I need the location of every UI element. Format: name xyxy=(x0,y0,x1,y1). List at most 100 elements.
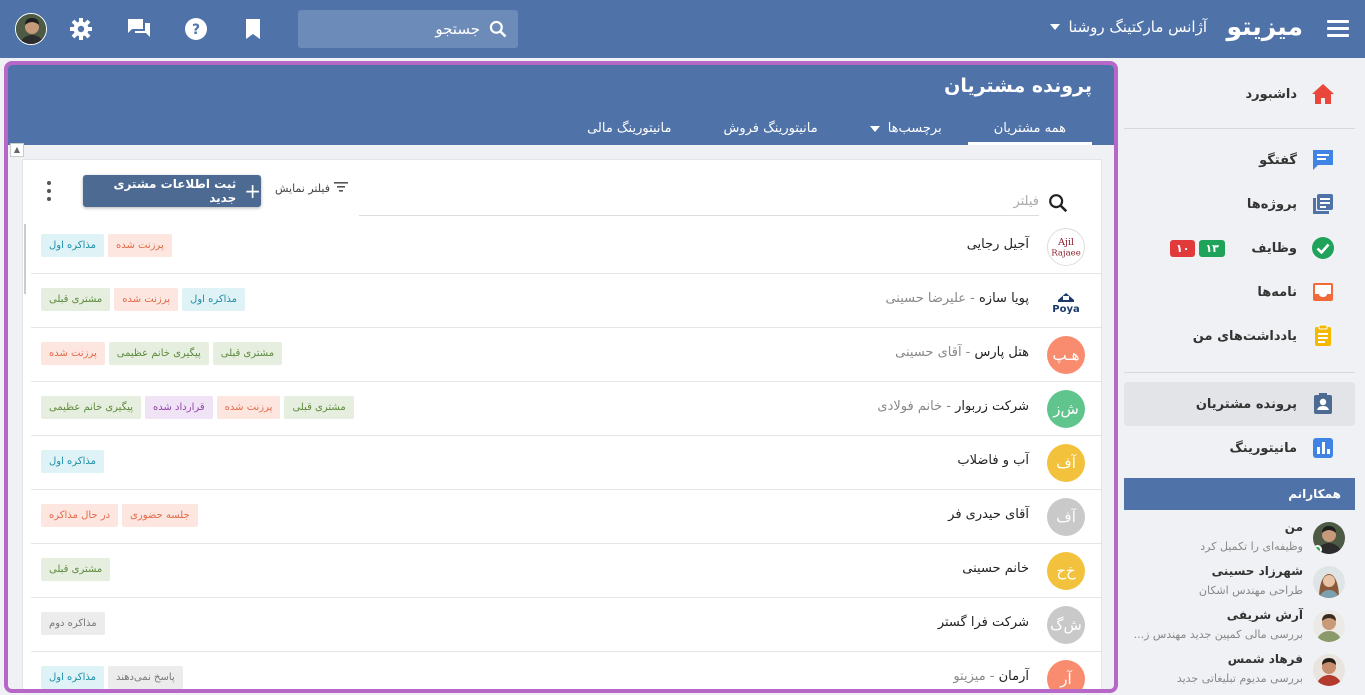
svg-text:?: ? xyxy=(192,22,200,38)
panel-header: پرونده مشتریان همه مشتریان برچسب‌ها مانی… xyxy=(8,65,1114,145)
sidebar-item-customers[interactable]: پرونده مشتریان xyxy=(1124,382,1355,426)
table-row[interactable]: Poya پویا سازه - علیرضا حسینی مشتری قبلی پر… xyxy=(31,274,1101,328)
sidebar-item-projects[interactable]: پروژه‌ها xyxy=(1124,182,1355,226)
sidebar-item-letters[interactable]: نامه‌ها xyxy=(1124,270,1355,314)
tag-chip[interactable]: مشتری قبلی xyxy=(41,558,111,581)
tag-chip[interactable]: مذاکره اول xyxy=(41,450,104,473)
sidebar-item-label: مانیتورینگ xyxy=(1229,440,1297,456)
tag-chip[interactable]: در حال مذاکره xyxy=(41,504,119,527)
tag-chip[interactable]: پیگیری خانم عظیمی xyxy=(41,396,142,419)
colleague-item[interactable]: شهرزاد حسینی طراحی مهندس اشکان xyxy=(1124,560,1355,604)
customer-name[interactable]: شرکت زربوار - خانم فولادی xyxy=(877,399,1029,414)
bookmark-icon[interactable] xyxy=(240,16,266,42)
customer-name[interactable]: هتل پارس - آقای حسینی xyxy=(895,345,1029,360)
agency-selector[interactable]: آژانس مارکتینگ روشنا xyxy=(1050,18,1207,36)
sidebar-item-label: یادداشت‌های من xyxy=(1192,328,1297,344)
top-bar: میزیتو آژانس مارکتینگ روشنا ? xyxy=(0,0,1365,58)
company-name: پویا سازه xyxy=(979,291,1029,306)
gear-icon[interactable] xyxy=(68,16,94,42)
table-row[interactable]: ش‌گ شرکت فرا گستر مذاکره دوم xyxy=(31,598,1101,652)
customer-name[interactable]: آب و فاضلاب xyxy=(957,453,1029,468)
user-avatar[interactable] xyxy=(15,13,47,45)
sidebar-item-monitoring[interactable]: مانیتورینگ xyxy=(1124,426,1355,470)
tag-chip[interactable]: پاسخ نمی‌دهند xyxy=(107,666,183,689)
sidebar-item-label: داشبورد xyxy=(1245,86,1297,102)
table-row[interactable]: هـپ هتل پارس - آقای حسینی پرزنت شده پیگیری … xyxy=(31,328,1101,382)
messages-icon[interactable] xyxy=(126,16,152,42)
tag-chip[interactable]: مذاکره دوم xyxy=(41,612,105,635)
scrollbar[interactable] xyxy=(24,224,26,294)
divider xyxy=(1124,128,1355,129)
chevron-down-icon xyxy=(869,125,880,132)
tab-label: برچسب‌ها xyxy=(887,121,942,136)
search-icon[interactable] xyxy=(1047,192,1069,218)
tag-chip[interactable]: پرزنت شده xyxy=(107,234,172,257)
table-row[interactable]: آف آب و فاضلاب مذاکره اول xyxy=(31,436,1101,490)
sidebar-item-label: پرونده مشتریان xyxy=(1195,396,1297,412)
contact-person: - خانم فولادی xyxy=(877,399,956,414)
tag-chip[interactable]: پرزنت شده xyxy=(41,342,105,365)
tab-all-customers[interactable]: همه مشتریان xyxy=(967,115,1092,145)
app-logo[interactable]: میزیتو xyxy=(1226,12,1303,41)
notes-icon xyxy=(1311,324,1335,348)
table-row[interactable]: آر آرمان - میزیتو مذاکره اول پاسخ نمی‌دهند xyxy=(31,652,1101,689)
sidebar-item-dashboard[interactable]: داشبورد xyxy=(1124,72,1355,116)
company-name: آجیل رجایی xyxy=(966,237,1029,252)
filter-input[interactable] xyxy=(359,188,1039,216)
colleague-name: فرهاد شمس xyxy=(1227,652,1303,666)
help-icon[interactable]: ? xyxy=(183,16,209,42)
table-row[interactable]: ش‌ز شرکت زربوار - خانم فولادی پیگیری خانم … xyxy=(31,382,1101,436)
menu-icon[interactable] xyxy=(1327,20,1349,38)
customer-name[interactable]: پویا سازه - علیرضا حسینی xyxy=(885,291,1029,306)
tag-chip[interactable]: پرزنت شده xyxy=(114,288,179,311)
sidebar-item-tasks[interactable]: وظایف xyxy=(1124,226,1355,270)
customer-name[interactable]: آجیل رجایی xyxy=(967,237,1029,252)
table-row[interactable]: Ajil Rajaee آجیل رجایی مذاکره اول پرزنت شده xyxy=(31,220,1101,274)
tag-chip[interactable]: مشتری قبلی xyxy=(284,396,354,419)
tag-chip[interactable]: مذاکره اول xyxy=(41,234,104,257)
table-row[interactable]: خ‌ح خانم حسینی مشتری قبلی xyxy=(31,544,1101,598)
company-name: خانم حسینی xyxy=(962,561,1029,576)
search-input[interactable] xyxy=(298,10,488,48)
more-vert-icon[interactable] xyxy=(47,181,53,201)
tag-chip[interactable]: مذاکره اول xyxy=(182,288,245,311)
collapse-toggle-icon[interactable]: ▲ xyxy=(10,143,24,157)
tag-chip[interactable]: جلسه حضوری xyxy=(122,504,198,527)
tag-chip[interactable]: مشتری قبلی xyxy=(41,288,111,311)
tab-sales-monitoring[interactable]: مانیتورینگ فروش xyxy=(697,115,843,145)
tag-chip[interactable]: قرارداد شده xyxy=(145,396,213,419)
tag-chip[interactable]: مذاکره اول xyxy=(41,666,104,689)
tag-list: مشتری قبلی xyxy=(41,558,111,581)
company-name: آقای حیدری فر xyxy=(948,507,1029,522)
tag-list: مذاکره دوم xyxy=(41,612,105,635)
tag-chip[interactable]: پرزنت شده xyxy=(216,396,281,419)
contact-person: - آقای حسینی xyxy=(895,345,975,360)
tag-list: مذاکره اول xyxy=(41,450,104,473)
customer-name[interactable]: آقای حیدری فر xyxy=(948,507,1029,522)
svg-text:Rajaee: Rajaee xyxy=(1051,249,1080,259)
colleague-item[interactable]: من وظیفه‌ای را تکمیل کرد xyxy=(1124,516,1355,560)
customer-name[interactable]: شرکت فرا گستر xyxy=(938,615,1029,630)
filter-list-icon xyxy=(333,181,348,196)
tag-chip[interactable]: پیگیری خانم عظیمی xyxy=(108,342,209,365)
sidebar-item-notes[interactable]: یادداشت‌های من xyxy=(1124,314,1355,358)
filter-display-button[interactable]: فیلتر نمایش xyxy=(275,181,348,196)
customer-name[interactable]: خانم حسینی xyxy=(962,561,1029,576)
avatar xyxy=(1313,522,1345,554)
add-customer-button[interactable]: + ثبت اطلاعات مشتری جدید xyxy=(83,175,261,207)
logo-text: Ajil xyxy=(1057,237,1074,248)
customer-name[interactable]: آرمان - میزیتو xyxy=(953,669,1029,684)
search-icon[interactable] xyxy=(488,19,508,43)
tag-list: مشتری قبلی پرزنت شده مذاکره اول xyxy=(41,288,245,311)
colleague-item[interactable]: آرش شریفی بررسی مالی کمپین جدید مهندس ز.… xyxy=(1124,604,1355,648)
tab-tags[interactable]: برچسب‌ها xyxy=(844,115,968,145)
tag-chip[interactable]: مشتری قبلی xyxy=(212,342,283,365)
colleague-item[interactable]: فرهاد شمس بررسی مدیوم تبلیغاتی جدید xyxy=(1124,648,1355,692)
table-row[interactable]: آف آقای حیدری فر در حال مذاکره جلسه حضوری xyxy=(31,490,1101,544)
colleague-status: وظیفه‌ای را تکمیل کرد xyxy=(1200,540,1303,553)
tab-financial-monitoring[interactable]: مانیتورینگ مالی xyxy=(561,115,697,145)
search-box[interactable] xyxy=(298,10,518,48)
customer-avatar: Ajil Rajaee xyxy=(1047,228,1085,266)
colleague-status: طراحی مهندس اشکان xyxy=(1198,584,1303,597)
sidebar-item-chat[interactable]: گفتگو xyxy=(1124,138,1355,182)
